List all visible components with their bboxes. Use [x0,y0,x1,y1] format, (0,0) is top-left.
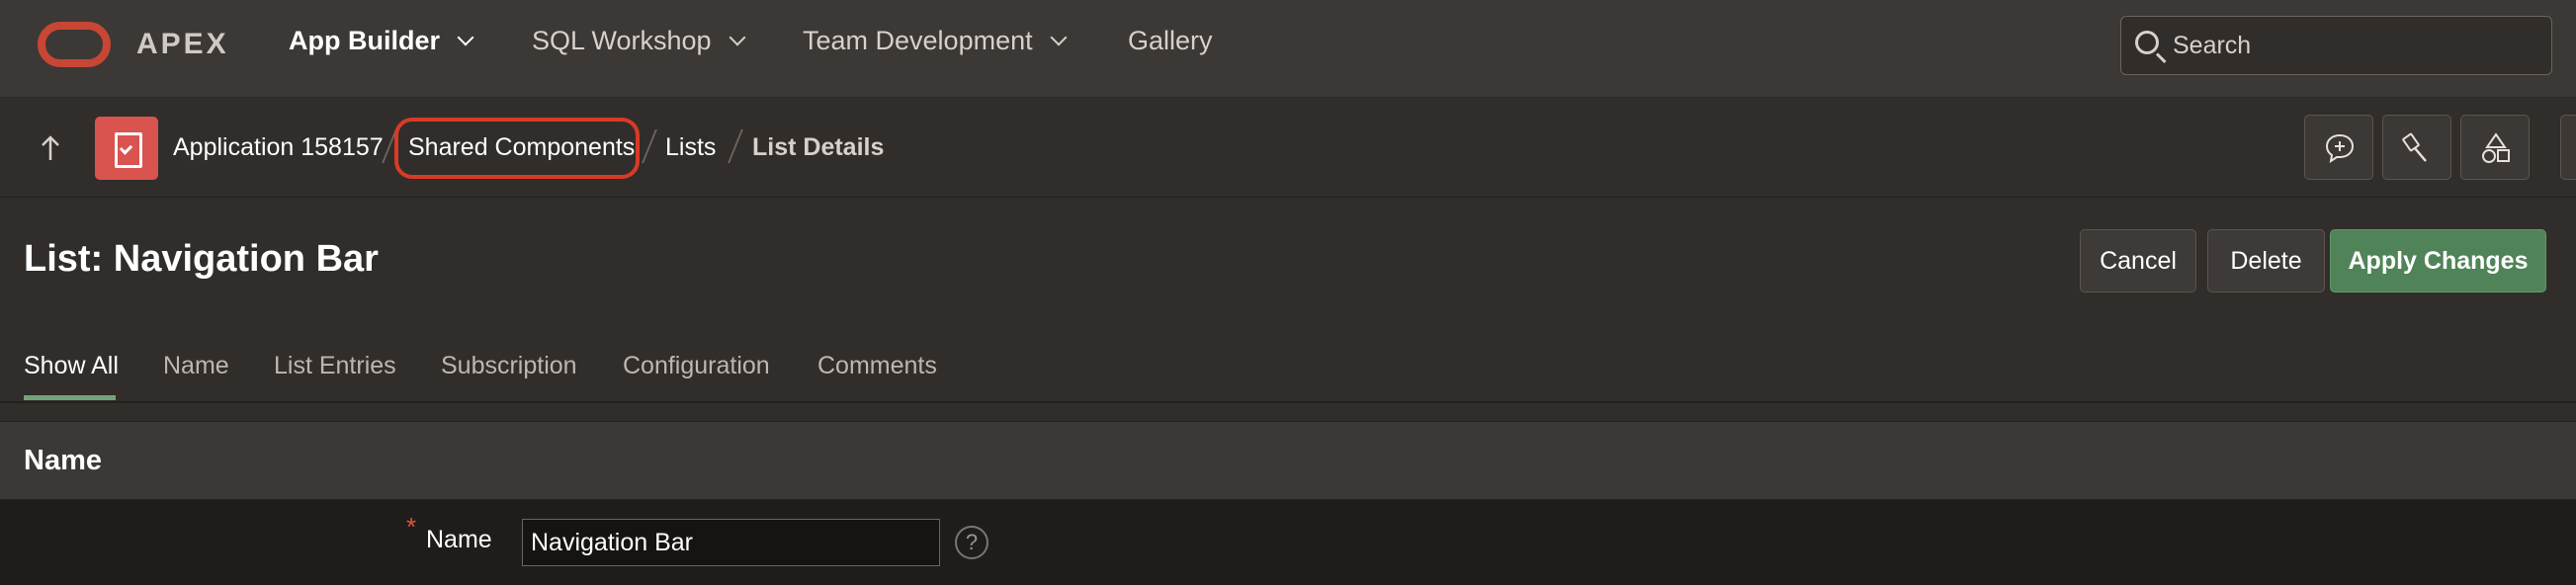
search-input[interactable] [2173,29,2538,62]
nav-team-development[interactable]: Team Development [803,26,1068,56]
nav-sql-workshop-label: SQL Workshop [532,26,712,55]
chevron-down-icon [729,29,746,45]
breadcrumb-lists[interactable]: Lists [665,133,716,162]
comment-add-button[interactable] [2304,115,2373,180]
delete-button[interactable]: Delete [2207,229,2325,292]
tab-name[interactable]: Name [163,352,229,380]
nav-app-builder[interactable]: App Builder [289,26,474,56]
active-tab-indicator [24,395,116,400]
shapes-button[interactable] [2460,115,2530,180]
tab-list-entries[interactable]: List Entries [274,352,396,380]
page-title: List: Navigation Bar [24,238,379,280]
chevron-down-icon [457,29,474,45]
tab-show-all[interactable]: Show All [24,352,119,380]
region-body: * Name ? [0,500,2576,585]
help-icon[interactable]: ? [955,526,988,559]
shapes-icon [2482,132,2510,163]
breadcrumb-separator [642,129,657,163]
apex-brand[interactable]: APEX [136,28,229,61]
tab-comments[interactable]: Comments [817,352,937,380]
chevron-down-icon [1050,29,1068,45]
tab-bar: Show All Name List Entries Subscription … [0,336,2576,403]
oracle-logo-icon[interactable] [38,22,111,67]
application-icon[interactable] [95,117,158,180]
breadcrumb-separator [728,129,743,163]
nav-gallery-label: Gallery [1128,26,1213,55]
name-field-label: Name [426,526,492,553]
breadcrumb-application[interactable]: Application 158157 [173,133,384,162]
breadcrumb-bar: Application 158157 Shared Components Lis… [0,98,2576,198]
tab-configuration[interactable]: Configuration [623,352,770,380]
arrow-up-icon[interactable] [40,134,61,162]
brush-button[interactable] [2382,115,2451,180]
nav-sql-workshop[interactable]: SQL Workshop [532,26,746,56]
breadcrumb-current: List Details [752,133,885,161]
breadcrumb-shared-components[interactable]: Shared Components [408,133,635,162]
search-icon [2135,31,2159,54]
search-box[interactable] [2120,16,2552,75]
toolbar-overflow-button[interactable] [2560,115,2576,180]
brush-icon [2402,132,2427,162]
comment-add-icon [2325,133,2355,164]
top-nav: APEX App Builder SQL Workshop Team Devel… [0,0,2576,98]
nav-app-builder-label: App Builder [289,26,440,55]
nav-gallery[interactable]: Gallery [1128,26,1213,56]
region-header: Name [0,421,2576,500]
region-title: Name [24,445,102,476]
name-field[interactable] [522,519,940,566]
nav-team-development-label: Team Development [803,26,1033,55]
cancel-button[interactable]: Cancel [2080,229,2196,292]
tab-subscription[interactable]: Subscription [441,352,577,380]
apply-changes-button[interactable]: Apply Changes [2330,229,2546,292]
required-marker: * [406,512,417,542]
